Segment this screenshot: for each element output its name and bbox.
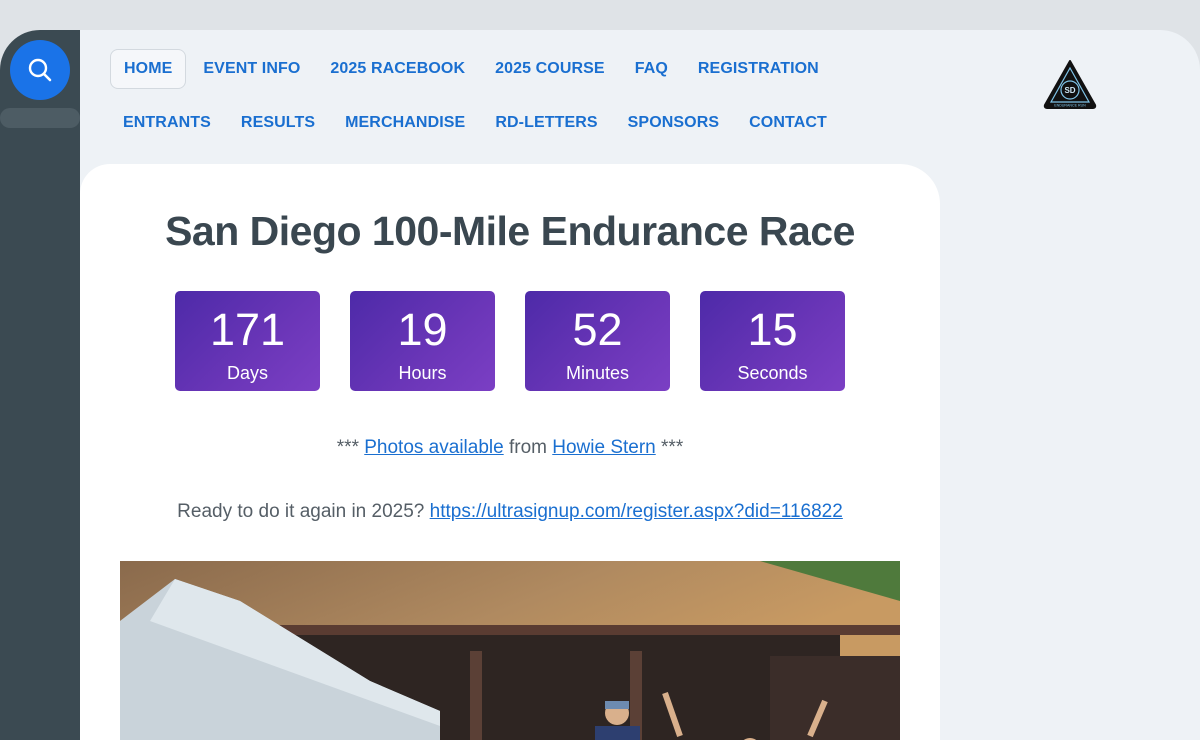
photos-prefix: ***	[336, 437, 365, 458]
photos-suffix: ***	[655, 437, 684, 458]
ultrasignup-link[interactable]: https://ultrasignup.com/register.aspx?di…	[430, 501, 843, 522]
nav-row-2: ENTRANTS RESULTS MERCHANDISE RD-LETTERS …	[110, 103, 870, 143]
left-rail	[0, 30, 80, 740]
main-nav: HOME EVENT INFO 2025 RACEBOOK 2025 COURS…	[110, 49, 870, 157]
search-icon	[28, 58, 52, 82]
svg-text:SD: SD	[1064, 86, 1075, 95]
countdown-label: Days	[226, 363, 268, 383]
nav-registration[interactable]: REGISTRATION	[685, 49, 832, 89]
nav-event-info[interactable]: EVENT INFO	[190, 49, 313, 89]
countdown-value: 15	[747, 304, 798, 355]
photos-available-link[interactable]: Photos available	[364, 437, 503, 458]
photographer-link[interactable]: Howie Stern	[552, 437, 656, 458]
nav-row-1: HOME EVENT INFO 2025 RACEBOOK 2025 COURS…	[110, 49, 870, 89]
site-logo[interactable]: SD ENDURANCE RUN	[1042, 58, 1098, 110]
content-card: San Diego 100-Mile Endurance Race 171 Da…	[80, 164, 940, 740]
countdown-value: 171	[209, 304, 286, 355]
countdown-label: Hours	[398, 363, 447, 383]
nav-2025-racebook[interactable]: 2025 RACEBOOK	[317, 49, 478, 89]
nav-2025-course[interactable]: 2025 COURSE	[482, 49, 618, 89]
main-panel: HOME EVENT INFO 2025 RACEBOOK 2025 COURS…	[80, 30, 1200, 740]
countdown-seconds: 15 Seconds	[700, 291, 845, 391]
countdown-days: 171 Days	[175, 291, 320, 391]
race-photo	[120, 561, 900, 740]
nav-sponsors[interactable]: SPONSORS	[615, 103, 733, 143]
countdown-value: 52	[572, 304, 623, 355]
nav-results[interactable]: RESULTS	[228, 103, 328, 143]
photos-middle: from	[503, 437, 553, 458]
race-photo-image	[120, 561, 900, 740]
countdown-hours: 19 Hours	[350, 291, 495, 391]
nav-entrants[interactable]: ENTRANTS	[110, 103, 224, 143]
rail-menu-pill[interactable]	[0, 108, 80, 128]
photos-credit: *** Photos available from Howie Stern **…	[80, 437, 940, 459]
countdown-label: Minutes	[565, 363, 630, 383]
nav-contact[interactable]: CONTACT	[736, 103, 840, 143]
nav-merchandise[interactable]: MERCHANDISE	[332, 103, 478, 143]
countdown-minutes: 52 Minutes	[525, 291, 670, 391]
search-button[interactable]	[10, 40, 70, 100]
countdown-label: Seconds	[737, 363, 808, 383]
registration-text: Ready to do it again in 2025?	[177, 501, 430, 522]
countdown-timer: 171 Days 19 Hours 52 Minutes 15 Seconds	[175, 291, 875, 391]
svg-text:ENDURANCE RUN: ENDURANCE RUN	[1054, 104, 1086, 108]
countdown-value: 19	[397, 304, 448, 355]
page-title: San Diego 100-Mile Endurance Race	[165, 208, 855, 254]
nav-rd-letters[interactable]: RD-LETTERS	[482, 103, 610, 143]
nav-home[interactable]: HOME	[110, 49, 187, 89]
nav-faq[interactable]: FAQ	[622, 49, 681, 89]
registration-line: Ready to do it again in 2025? https://ul…	[80, 501, 940, 523]
